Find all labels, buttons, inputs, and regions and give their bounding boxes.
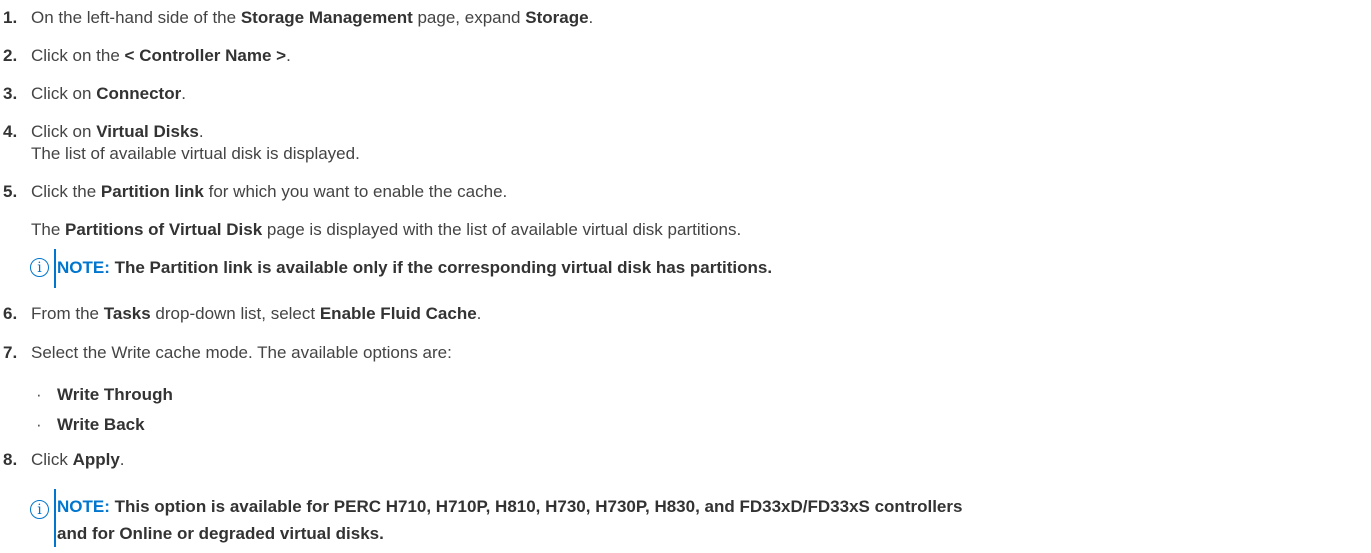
note-accent-bar (54, 249, 56, 288)
note-text-continued: and for Online or degraded virtual disks… (57, 524, 384, 543)
ui-term: Storage (525, 8, 589, 27)
ui-term: Apply (72, 450, 120, 469)
step-text: Click on (31, 122, 97, 141)
step-number: 1. (3, 8, 18, 27)
ui-term: Tasks (103, 304, 151, 323)
bullet-icon: · (36, 385, 42, 404)
step-number: 3. (3, 84, 18, 103)
step-text: Click the (31, 182, 101, 201)
step-number: 8. (3, 450, 18, 469)
step-number: 5. (3, 182, 18, 201)
step-text: On the left-hand side of the (31, 8, 241, 27)
note-label: NOTE: (57, 258, 110, 277)
step-text: Click on (31, 84, 97, 103)
step-number: 4. (3, 122, 18, 141)
info-icon: i (30, 500, 49, 519)
procedure-document: 1. On the left-hand side of the Storage … (0, 0, 1371, 553)
step-number: 7. (3, 343, 18, 362)
step-number: 2. (3, 46, 18, 65)
note-text: NOTE: The Partition link is available on… (57, 258, 773, 277)
step-text: Click (31, 450, 73, 469)
step-number: 6. (3, 304, 18, 323)
info-icon: i (30, 258, 49, 277)
step-text: From the (31, 304, 104, 323)
ui-term: Partition link (100, 182, 204, 201)
note-accent-bar (54, 489, 56, 547)
note-text: NOTE: This option is available for PERC … (57, 497, 963, 516)
ui-term: < Controller Name > (124, 46, 287, 65)
step-text: Select the Write cache mode. The availab… (31, 343, 452, 362)
ui-term: Partitions of Virtual Disk (65, 220, 263, 239)
ui-term: Storage Management (240, 8, 413, 27)
ui-term: Virtual Disks (96, 122, 199, 141)
step-text: drop-down list, select (150, 304, 320, 323)
ui-term: Enable Fluid Cache (319, 304, 477, 323)
bullet-icon: · (36, 415, 42, 434)
step-text: page, expand (412, 8, 526, 27)
step-text: Click on the (31, 46, 125, 65)
ui-term: Connector (96, 84, 182, 103)
note-label: NOTE: (57, 497, 110, 516)
